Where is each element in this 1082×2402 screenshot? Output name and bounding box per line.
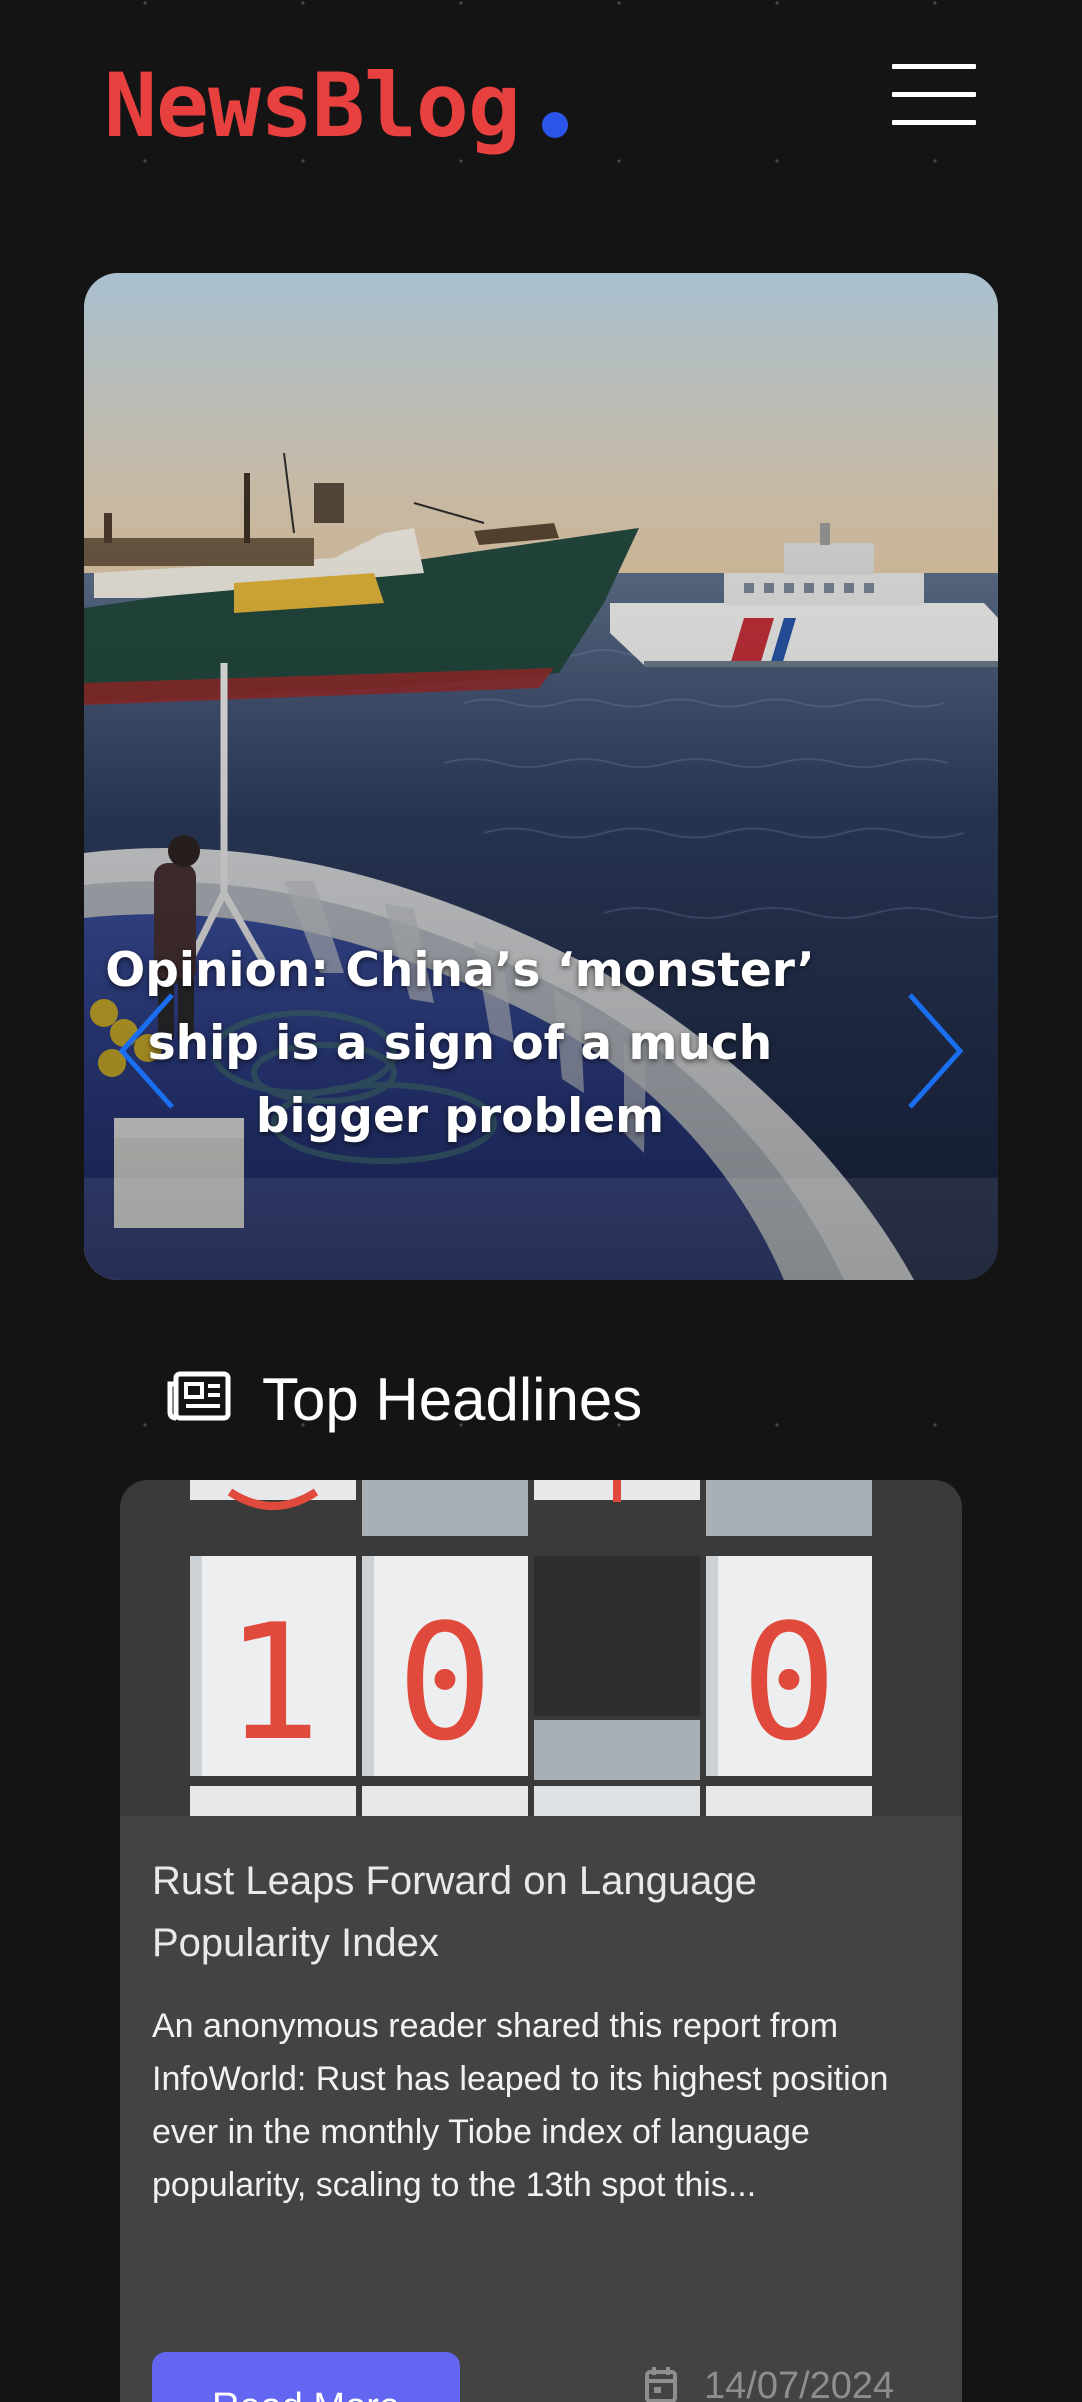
tile-digit: 0 [397, 1589, 493, 1776]
hero-carousel[interactable] [84, 273, 998, 1280]
tile-digit: 1 [225, 1589, 321, 1776]
read-more-button[interactable]: Read More [152, 2352, 460, 2402]
article-description: An anonymous reader shared this report f… [152, 2007, 889, 2204]
chevron-right-icon[interactable] [898, 991, 968, 1111]
menu-line [892, 120, 976, 125]
logo-dot [542, 112, 568, 138]
menu-line [892, 92, 976, 97]
section-title: Top Headlines [262, 1366, 643, 1433]
header: NewsBlog [0, 0, 1082, 200]
article-date: 14/07/2024 [704, 2365, 895, 2402]
caption-band [84, 1178, 998, 1280]
article-title[interactable]: Rust Leaps Forward on Language Popularit… [152, 1850, 912, 1974]
calendar-icon [645, 2367, 677, 2402]
logo[interactable]: NewsBlog [104, 56, 521, 156]
article-card[interactable]: 1 0 0 Rust Leaps Forward on Language Pop… [120, 1480, 962, 2402]
chevron-left-icon[interactable] [114, 991, 184, 1111]
tile-digit: 0 [741, 1589, 837, 1776]
newspaper-icon [167, 1371, 231, 1421]
menu-line [892, 64, 976, 69]
hamburger-menu-icon[interactable] [892, 64, 976, 126]
page: NewsBlog Opinion: China’s ‘monster’ ship… [0, 0, 1082, 2402]
slide-image [84, 273, 998, 1280]
article-image: 1 0 0 [120, 1480, 962, 1816]
